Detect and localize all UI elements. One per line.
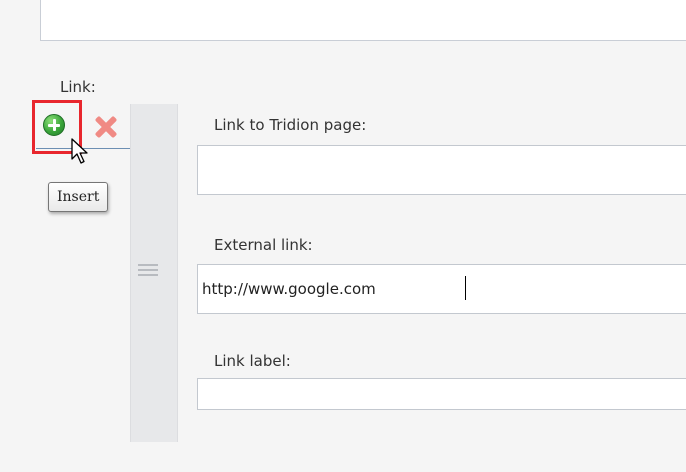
component-editor: Link: Insert Link to Tridion page: Exter…	[0, 0, 686, 472]
external-link-input[interactable]	[197, 264, 686, 314]
tridion-page-input[interactable]	[197, 145, 686, 195]
remove-cross-icon[interactable]	[95, 116, 117, 138]
link-section-label: Link:	[60, 78, 96, 96]
mouse-pointer-icon	[71, 138, 88, 164]
external-link-label: External link:	[214, 236, 313, 254]
drag-handle-icon[interactable]	[138, 264, 158, 279]
previous-field-input[interactable]	[40, 0, 686, 41]
insert-tooltip: Insert	[48, 182, 109, 212]
add-circle-icon[interactable]	[43, 114, 65, 136]
link-label-input[interactable]	[197, 378, 686, 410]
link-label-label: Link label:	[214, 352, 291, 370]
text-caret	[465, 276, 466, 300]
tridion-page-label: Link to Tridion page:	[214, 116, 367, 134]
